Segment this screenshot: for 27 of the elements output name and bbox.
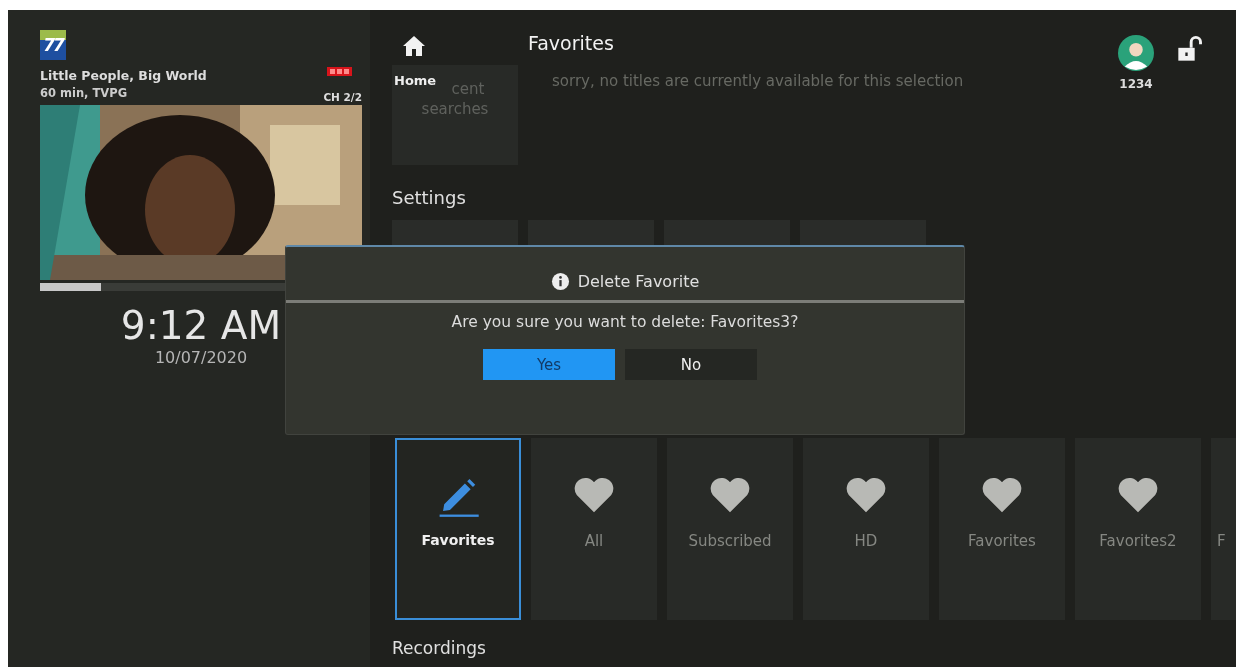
favorite-list-tile[interactable]: HD xyxy=(803,438,929,620)
program-title: Little People, Big World xyxy=(40,68,207,83)
clock-date: 10/07/2020 xyxy=(153,347,249,367)
lock-open-icon[interactable] xyxy=(1176,34,1204,64)
home-label[interactable]: Home xyxy=(394,73,437,88)
channel-logo: 77 xyxy=(40,30,66,60)
favorite-list-tile[interactable]: Subscribed xyxy=(667,438,793,620)
favorite-list-tile[interactable]: Favorites xyxy=(939,438,1065,620)
empty-message: sorry, no titles are currently available for this selection xyxy=(552,72,964,90)
favorite-list-tile[interactable]: Favorites2 xyxy=(1075,438,1201,620)
page-title: Favorites xyxy=(528,32,614,54)
favorite-list-tile[interactable]: Favorites xyxy=(395,438,521,620)
info-icon xyxy=(550,272,570,291)
section-heading: Recordings xyxy=(392,638,487,658)
dialog-button[interactable]: Yes xyxy=(483,349,615,380)
user-name: 1234 xyxy=(1119,77,1153,91)
home-icon[interactable] xyxy=(402,34,426,58)
program-details: 60 min, TVPG xyxy=(40,86,128,100)
favorite-list-tile[interactable]: All xyxy=(531,438,657,620)
dialog-title: Delete Favorite xyxy=(577,272,700,291)
user-avatar-icon[interactable] xyxy=(1118,35,1154,71)
channel-number: CH 2/2 xyxy=(323,91,362,103)
clock-time: 9:12 AM xyxy=(119,305,283,348)
dialog-button[interactable]: No xyxy=(625,349,757,380)
favorite-list-tile[interactable]: F xyxy=(1211,438,1236,620)
dialog-message: Are you sure you want to delete: Favorites3? xyxy=(451,313,799,331)
section-heading: Settings xyxy=(392,187,467,208)
